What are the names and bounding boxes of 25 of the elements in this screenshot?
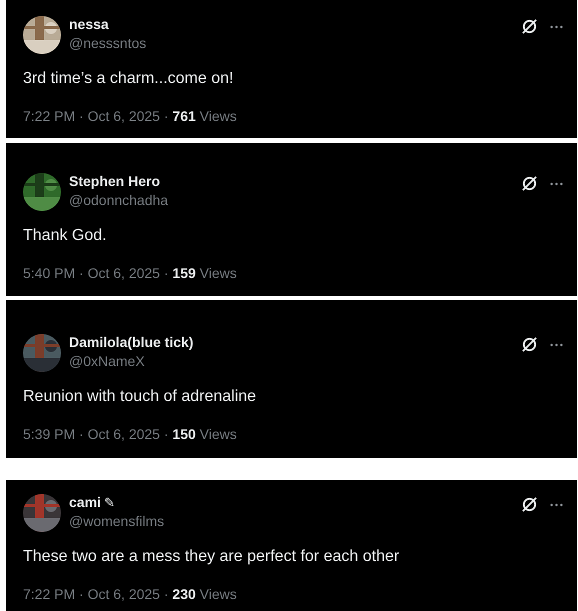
post-meta: 7:22 PM · Oct 6, 2025 · 230 Views: [23, 586, 238, 602]
post-text: Reunion with touch of adrenaline: [23, 388, 258, 406]
slashed-circle-icon[interactable]: [521, 18, 538, 35]
post-meta: 5:40 PM · Oct 6, 2025 · 159 Views: [23, 265, 238, 281]
user-handle[interactable]: @0xNameX: [69, 353, 513, 369]
post-meta: 5:39 PM · Oct 6, 2025 · 150 Views: [23, 426, 238, 442]
user-handle[interactable]: @odonnchadha: [69, 192, 513, 208]
more-icon[interactable]: [550, 342, 563, 346]
pencil-icon: ✎: [104, 494, 115, 510]
user-name[interactable]: Stephen Hero: [69, 173, 160, 189]
post-text: Thank God.: [23, 227, 108, 245]
user-handle[interactable]: @womensfilms: [69, 513, 513, 529]
more-icon[interactable]: [550, 182, 563, 186]
more-icon[interactable]: [550, 24, 563, 28]
post-text: 3rd time’s a charm...come on!: [23, 70, 234, 88]
user-handle[interactable]: @nesssntos: [69, 35, 513, 51]
more-icon[interactable]: [550, 502, 563, 506]
user-name[interactable]: nessa: [69, 16, 109, 32]
slashed-circle-icon[interactable]: [521, 336, 538, 353]
post-text: These two are a mess they are perfect for each other: [23, 548, 400, 566]
post-meta: 7:22 PM · Oct 6, 2025 · 761 Views: [23, 108, 238, 124]
user-name[interactable]: cami: [69, 494, 101, 510]
slashed-circle-icon[interactable]: [521, 175, 538, 192]
slashed-circle-icon[interactable]: [521, 496, 538, 513]
user-name[interactable]: Damilola(blue tick): [69, 334, 194, 350]
